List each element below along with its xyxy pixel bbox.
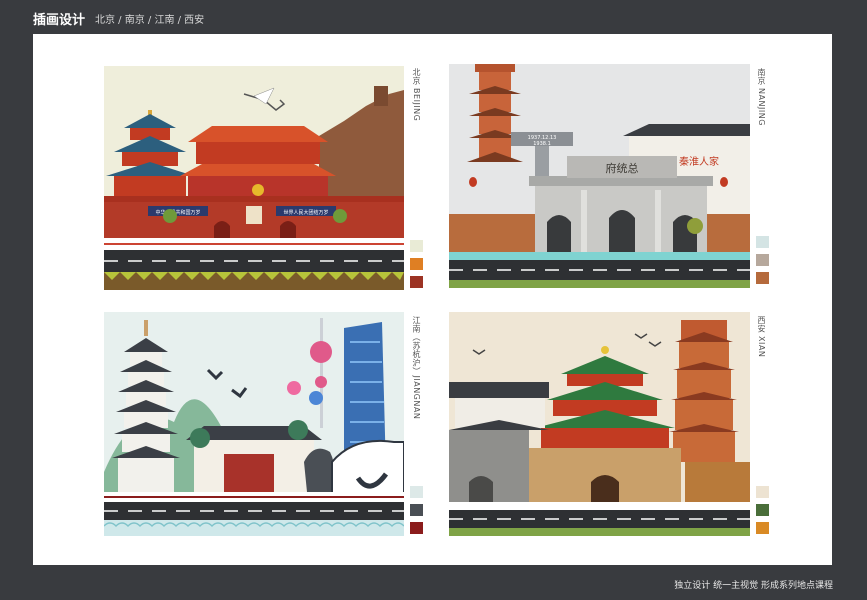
page-subtitle: 北京 / 南京 / 江南 / 西安 <box>95 15 205 26</box>
beijing-swatch-3 <box>410 276 423 288</box>
nanjing-illustration: 秦淮人家 1937.12.13 1938.1 府统总 <box>449 64 750 288</box>
sign-right: 世界人民大团结万岁 <box>283 209 328 216</box>
xian-swatch-2 <box>756 504 769 516</box>
artboard: 中华人民共和国万岁 世界人民大团结万岁 北京 BEIJING 秦淮人家 1937… <box>33 34 832 565</box>
beijing-illustration: 中华人民共和国万岁 世界人民大团结万岁 <box>104 66 404 290</box>
jiangnan-label: 江南（苏杭沪）JIANGNAN <box>412 316 421 420</box>
banner-text: 秦淮人家 <box>679 155 719 168</box>
xian-swatch-3 <box>756 522 769 534</box>
sign-left: 中华人民共和国万岁 <box>155 209 200 216</box>
xian-illustration <box>449 312 750 536</box>
nanjing-swatch-1 <box>756 236 769 248</box>
nanjing-swatch-3 <box>756 272 769 284</box>
jiangnan-swatch-1 <box>410 486 423 498</box>
xian-swatch-1 <box>756 486 769 498</box>
jiangnan-swatch-3 <box>410 522 423 534</box>
footer-caption: 独立设计 统一主视觉 形成系列地点课程 <box>674 581 833 591</box>
nanjing-swatch-2 <box>756 254 769 266</box>
beijing-swatch-1 <box>410 240 423 252</box>
memorial-line-2: 1938.1 <box>533 141 551 147</box>
beijing-label: 北京 BEIJING <box>412 68 421 122</box>
beijing-swatch-2 <box>410 258 423 270</box>
nanjing-label: 南京 NANJING <box>757 68 766 126</box>
page-title: 插画设计 <box>33 13 86 28</box>
palace-plaque: 府统总 <box>606 161 639 175</box>
xian-label: 西安 XIAN <box>757 316 766 358</box>
jiangnan-illustration <box>104 312 404 536</box>
jiangnan-swatch-2 <box>410 504 423 516</box>
